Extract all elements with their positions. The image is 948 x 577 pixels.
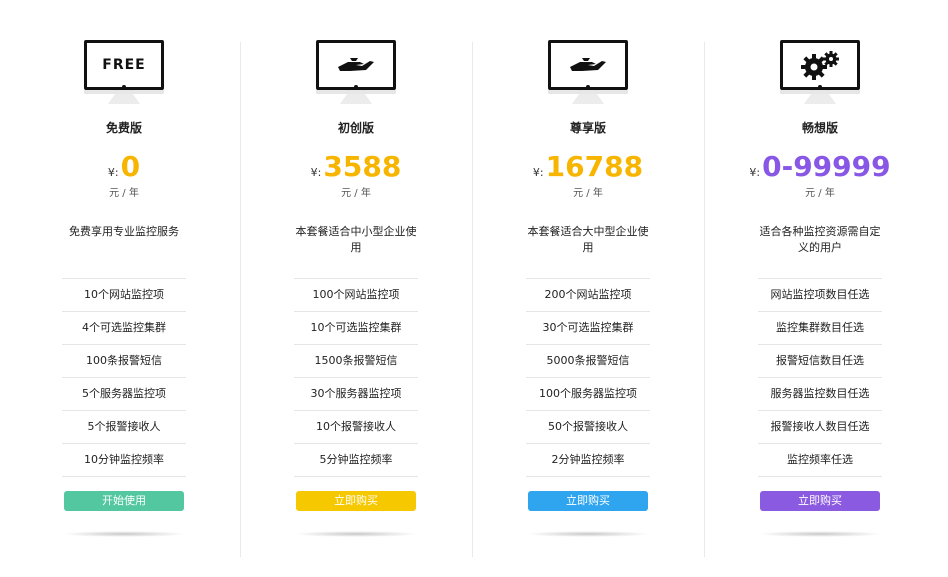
- feature-list: 200个网站监控项 30个可选监控集群 5000条报警短信 100个服务器监控项…: [526, 278, 650, 477]
- gears-icon: [801, 51, 839, 80]
- currency-symbol: ¥:: [749, 166, 761, 179]
- plan-description: 适合各种监控资源需自定义的用户: [759, 225, 881, 254]
- feature-item: 10个网站监控项: [62, 279, 186, 312]
- price-unit: 元 / 年: [109, 188, 139, 199]
- feature-list: 网站监控项数目任选 监控集群数目任选 报警短信数目任选 服务器监控数目任选 报警…: [758, 278, 882, 477]
- currency-symbol: ¥:: [532, 166, 544, 179]
- price-value: 0-99999: [762, 150, 891, 183]
- monitor-icon: [780, 40, 860, 106]
- feature-item: 服务器监控数目任选: [758, 378, 882, 411]
- feature-item: 5个报警接收人: [62, 411, 186, 444]
- feature-item: 报警短信数目任选: [758, 345, 882, 378]
- feature-item: 100个网站监控项: [294, 279, 418, 312]
- feature-item: 监控频率任选: [758, 444, 882, 477]
- feature-item: 1500条报警短信: [294, 345, 418, 378]
- monitor-chin: [316, 90, 396, 94]
- monitor-power-dot: [122, 85, 126, 89]
- feature-item: 200个网站监控项: [526, 279, 650, 312]
- feature-item: 10个可选监控集群: [294, 312, 418, 345]
- price-row: ¥: 16788: [533, 150, 643, 182]
- monitor-power-dot: [818, 85, 822, 89]
- feature-item: 100条报警短信: [62, 345, 186, 378]
- feature-list: 100个网站监控项 10个可选监控集群 1500条报警短信 30个服务器监控项 …: [294, 278, 418, 477]
- plan-card-free: FREE 免费版 ¥: 0 元 / 年 免费享用专业监控服务 10个网站监控项 …: [8, 0, 240, 577]
- feature-item: 报警接收人数目任选: [758, 411, 882, 444]
- currency-symbol: ¥:: [107, 166, 119, 179]
- price-row: ¥: 3588: [311, 150, 402, 182]
- monitor-screen: [548, 40, 628, 90]
- feature-item: 网站监控项数目任选: [758, 279, 882, 312]
- plan-description: 本套餐适合大中型企业使用: [527, 225, 649, 254]
- monitor-screen: FREE: [84, 40, 164, 90]
- plan-name: 尊享版: [569, 121, 606, 135]
- feature-item: 5分钟监控频率: [294, 444, 418, 477]
- start-using-button[interactable]: 开始使用: [64, 491, 184, 511]
- plan-name: 免费版: [105, 121, 142, 135]
- feature-item: 5000条报警短信: [526, 345, 650, 378]
- hand-icon: [570, 58, 606, 71]
- plan-description: 免费享用专业监控服务: [69, 225, 179, 238]
- feature-item: 50个报警接收人: [526, 411, 650, 444]
- plan-card-custom: 畅想版 ¥: 0-99999 元 / 年 适合各种监控资源需自定义的用户 网站监…: [704, 0, 936, 577]
- feature-item: 2分钟监控频率: [526, 444, 650, 477]
- monitor-stand: [108, 94, 140, 104]
- buy-now-button[interactable]: 立即购买: [760, 491, 880, 511]
- monitor-chin: [548, 90, 628, 94]
- buy-now-button[interactable]: 立即购买: [296, 491, 416, 511]
- price-value: 3588: [323, 150, 402, 183]
- feature-item: 30个可选监控集群: [526, 312, 650, 345]
- currency-symbol: ¥:: [310, 166, 322, 179]
- monitor-power-dot: [586, 85, 590, 89]
- plan-name: 初创版: [337, 121, 374, 135]
- price-unit: 元 / 年: [805, 188, 835, 199]
- feature-item: 10分钟监控频率: [62, 444, 186, 477]
- monitor-icon: [548, 40, 628, 106]
- feature-list: 10个网站监控项 4个可选监控集群 100条报警短信 5个服务器监控项 5个报警…: [62, 278, 186, 477]
- feature-item: 5个服务器监控项: [62, 378, 186, 411]
- monitor-power-dot: [354, 85, 358, 89]
- monitor-stand: [340, 94, 372, 104]
- card-shadow: [758, 531, 882, 537]
- feature-item: 4个可选监控集群: [62, 312, 186, 345]
- feature-item: 100个服务器监控项: [526, 378, 650, 411]
- monitor-stand: [804, 94, 836, 104]
- monitor-icon: [316, 40, 396, 106]
- price-row: ¥: 0-99999: [749, 150, 890, 182]
- monitor-icon: FREE: [84, 40, 164, 106]
- price-value: 0: [120, 150, 141, 183]
- plan-card-premium: 尊享版 ¥: 16788 元 / 年 本套餐适合大中型企业使用 200个网站监控…: [472, 0, 704, 577]
- monitor-chin: [780, 90, 860, 94]
- plan-name: 畅想版: [801, 121, 838, 135]
- price-unit: 元 / 年: [573, 188, 603, 199]
- monitor-screen: [780, 40, 860, 90]
- feature-item: 10个报警接收人: [294, 411, 418, 444]
- hand-icon: [338, 58, 374, 71]
- feature-item: 30个服务器监控项: [294, 378, 418, 411]
- monitor-stand: [572, 94, 604, 104]
- feature-item: 监控集群数目任选: [758, 312, 882, 345]
- price-value: 16788: [545, 150, 644, 183]
- monitor-chin: [84, 90, 164, 94]
- buy-now-button[interactable]: 立即购买: [528, 491, 648, 511]
- monitor-screen: [316, 40, 396, 90]
- plan-card-startup: 初创版 ¥: 3588 元 / 年 本套餐适合中小型企业使用 100个网站监控项…: [240, 0, 472, 577]
- card-shadow: [294, 531, 418, 537]
- price-row: ¥: 0: [108, 150, 140, 182]
- plan-description: 本套餐适合中小型企业使用: [295, 225, 417, 254]
- pricing-table: FREE 免费版 ¥: 0 元 / 年 免费享用专业监控服务 10个网站监控项 …: [0, 0, 948, 577]
- card-shadow: [62, 531, 186, 537]
- card-shadow: [526, 531, 650, 537]
- free-screen-label: FREE: [102, 57, 146, 73]
- price-unit: 元 / 年: [341, 188, 371, 199]
